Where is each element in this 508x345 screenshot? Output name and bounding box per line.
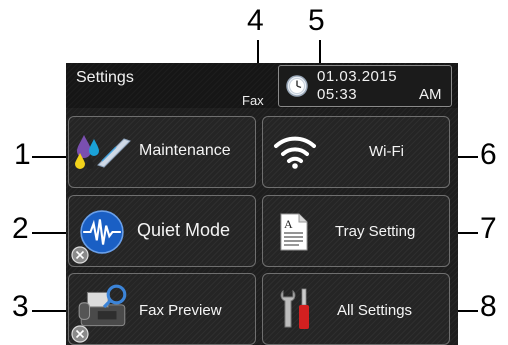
fax-preview-button[interactable]: Fax Preview: [68, 273, 256, 345]
callout-3: 3: [12, 290, 29, 323]
wifi-icon: [274, 136, 316, 169]
maintenance-button[interactable]: Maintenance: [68, 116, 256, 188]
paper-tray-icon: A: [280, 213, 308, 251]
callout-6: 6: [480, 138, 497, 171]
x-circle-icon: [71, 325, 89, 343]
time-text: 05:33: [317, 86, 358, 103]
callout-5: 5: [308, 4, 325, 37]
wifi-button[interactable]: Wi-Fi: [262, 116, 450, 188]
status-bar: Settings Fax 01.03.2015 05:33 AM: [66, 63, 458, 108]
all-settings-label: All Settings: [337, 302, 413, 319]
quiet-mode-label: Quiet Mode: [137, 220, 231, 240]
callout-7: 7: [480, 212, 497, 245]
quiet-mode-button[interactable]: Quiet Mode: [68, 195, 256, 267]
x-circle-icon: [71, 246, 89, 264]
callout-1: 1: [14, 138, 31, 171]
ampm-text: AM: [419, 86, 442, 103]
tools-icon: [280, 288, 309, 329]
ink-drops-icon: [75, 135, 131, 169]
svg-text:A: A: [284, 217, 293, 231]
date-text: 01.03.2015: [317, 68, 398, 85]
tray-setting-label: Tray Setting: [335, 223, 416, 240]
lcd-screen: Settings Fax 01.03.2015 05:33 AM Mainten…: [66, 63, 458, 345]
screen-title: Settings: [76, 69, 134, 86]
fax-preview-label: Fax Preview: [139, 302, 222, 319]
receive-mode-label: Fax: [242, 93, 264, 108]
clock-icon: [286, 75, 308, 97]
wifi-label: Wi-Fi: [369, 143, 404, 160]
all-settings-button[interactable]: All Settings: [262, 273, 450, 345]
date-time-button[interactable]: 01.03.2015 05:33 AM: [278, 65, 452, 107]
callout-8: 8: [480, 290, 497, 323]
callout-2: 2: [12, 212, 29, 245]
maintenance-label: Maintenance: [139, 142, 231, 159]
callout-4: 4: [247, 4, 264, 37]
tray-setting-button[interactable]: A Tray Setting: [262, 195, 450, 267]
